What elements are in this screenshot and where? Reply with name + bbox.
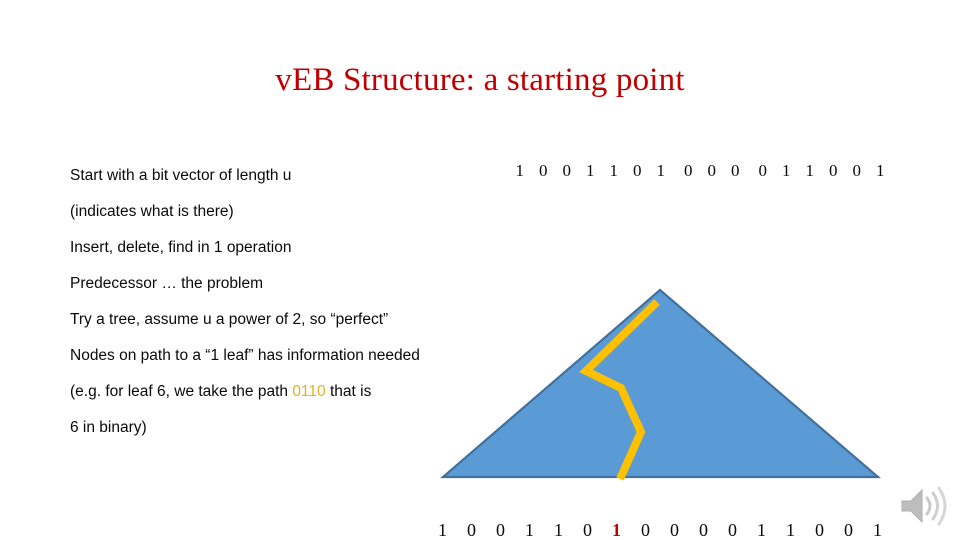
bit-3: 1 [525,520,534,540]
bit-10: 0 [758,161,768,180]
bit-15: 1 [876,161,885,180]
bit-3: 1 [586,161,595,180]
bit-4: 1 [554,520,563,540]
bit-5: 0 [633,161,642,180]
slide-canvas: vEB Structure: a starting point Start wi… [0,0,960,540]
page-title: vEB Structure: a starting point [275,62,685,98]
bit-7: 0 [641,520,650,540]
bit-12: 1 [786,520,795,540]
bit-8: 0 [707,161,717,180]
bitvector-bottom: 1001101000011001 [428,518,892,540]
bit-2: 0 [562,161,572,180]
tree-triangle-svg [440,288,881,481]
bit-6: 1 [656,161,666,180]
bit-10: 0 [728,520,737,540]
bit-9: 0 [699,520,708,540]
speaker-icon[interactable] [896,482,952,530]
speaker-icon-svg [901,486,947,526]
bit-14: 0 [852,161,862,180]
bit-11: 1 [782,161,791,180]
bit-0: 1 [438,520,447,540]
bit-9: 0 [731,161,740,180]
bit-13: 0 [829,161,838,180]
binary-path-highlight: 0110 [292,383,326,400]
bit-4: 1 [609,161,619,180]
bit-11: 1 [757,520,766,540]
body-line-7-prefix: (e.g. for leaf 6, we take the path [70,383,293,400]
bit-14: 0 [844,520,853,540]
bit-13: 0 [815,520,824,540]
tree-triangle-graphic [430,280,895,495]
bit-15: 1 [873,520,882,540]
bit-7: 0 [684,161,693,180]
bit-8: 0 [670,520,679,540]
body-line-3: Insert, delete, find in 1 operation [70,239,292,256]
bit-1: 0 [467,520,476,540]
bit-2: 0 [496,520,505,540]
body-line-2: (indicates what is there) [70,203,234,220]
bitvector-top: 1001101000011001 [508,160,892,182]
bit-1: 0 [539,161,548,180]
bit-6: 1 [612,520,621,540]
triangle-shape [440,288,881,479]
bit-5: 0 [583,520,592,540]
bit-12: 1 [805,161,815,180]
bit-0: 1 [515,161,525,180]
body-line-7-suffix: that is [325,383,372,400]
